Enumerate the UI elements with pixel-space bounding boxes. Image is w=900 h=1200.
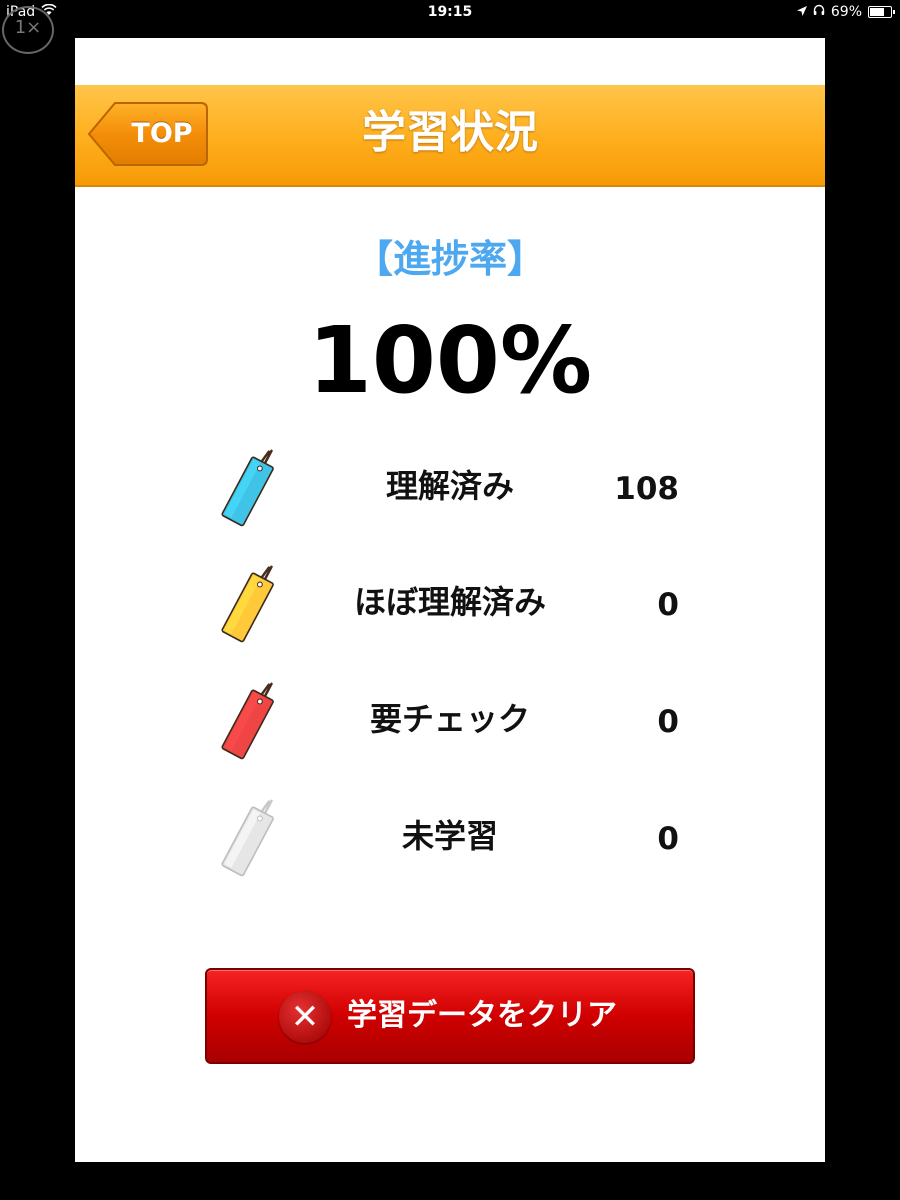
red-tag-icon <box>221 682 274 760</box>
status-count: 0 <box>657 704 679 740</box>
clear-data-label: 学習データをクリア <box>347 998 617 1033</box>
status-label: 理解済み <box>385 467 514 505</box>
location-arrow-icon <box>796 0 807 24</box>
status-row-needs-check: 要チェック 0 <box>75 674 825 764</box>
gray-tag-icon <box>221 799 274 877</box>
status-label: ほぼ理解済み <box>353 583 546 621</box>
page-title: 学習状況 <box>362 107 538 158</box>
status-label: 未学習 <box>401 817 498 855</box>
headphones-icon <box>813 0 825 24</box>
app-screen: TOP 学習状況 【進捗率】 100% 理解済み 108 ほぼ理解済み 0 要チ… <box>75 38 825 1162</box>
status-count: 0 <box>657 587 679 623</box>
status-label: 要チェック <box>369 700 530 738</box>
blue-tag-icon <box>221 449 274 527</box>
battery-icon <box>868 6 895 18</box>
status-time: 19:15 <box>427 4 473 20</box>
status-count: 0 <box>657 821 679 857</box>
clear-data-button[interactable]: ✕ 学習データをクリア <box>205 968 695 1064</box>
zoom-indicator[interactable]: 1× <box>2 6 54 54</box>
status-row-understood: 理解済み 108 <box>75 441 825 531</box>
progress-heading: 【進捗率】 <box>354 237 545 281</box>
status-count: 108 <box>614 471 679 507</box>
battery-percent: 69% <box>830 4 862 20</box>
navigation-header: TOP 学習状況 <box>75 85 825 187</box>
progress-value: 100% <box>307 307 593 414</box>
status-row-not-studied: 未学習 0 <box>75 791 825 881</box>
close-icon: ✕ <box>279 991 331 1043</box>
status-bar: iPad 19:15 69% <box>0 0 900 24</box>
status-row-mostly-understood: ほぼ理解済み 0 <box>75 557 825 647</box>
status-bar-right: 69% <box>796 0 895 24</box>
yellow-tag-icon <box>221 565 274 643</box>
